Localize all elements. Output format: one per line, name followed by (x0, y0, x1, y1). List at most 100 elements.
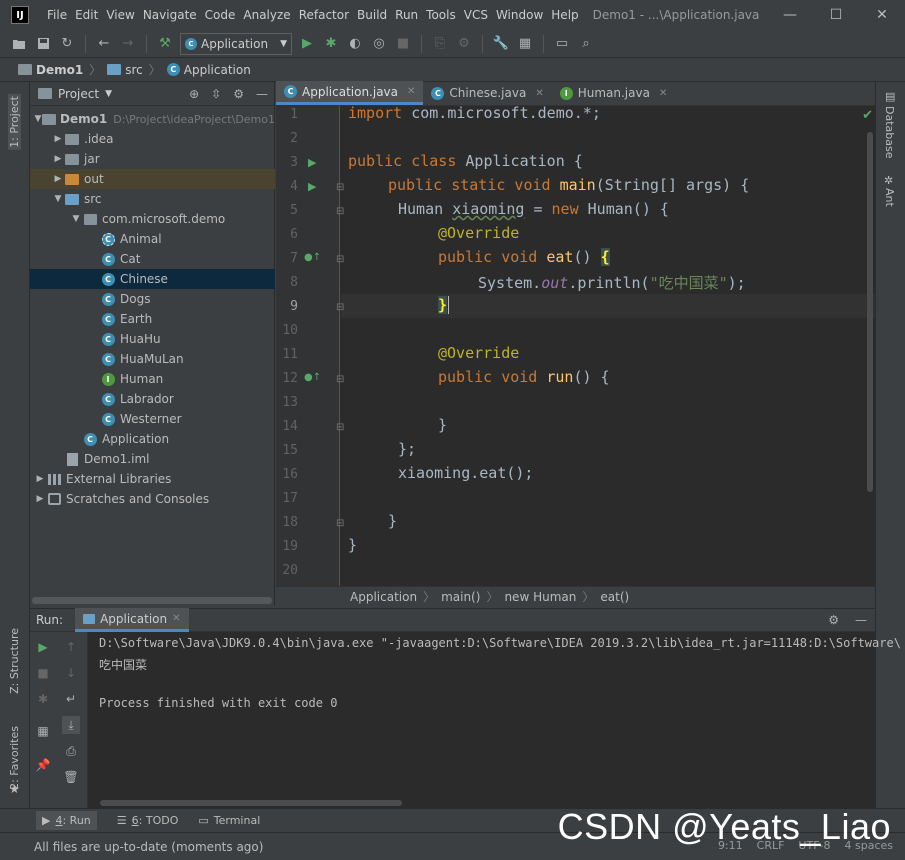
chevron-right-icon[interactable]: ▶ (34, 474, 46, 484)
inspection-ok-icon[interactable]: ✔ (862, 108, 873, 123)
close-tab-icon[interactable]: ✕ (659, 88, 667, 99)
implements-gutter-icon[interactable]: ●↑ (304, 252, 321, 263)
close-tab-icon[interactable]: ✕ (172, 613, 180, 624)
stop-icon[interactable]: ■ (394, 35, 412, 53)
fold-icon[interactable]: ⊟ (336, 182, 344, 193)
code-editor[interactable]: 1 2 3 4 5 6 7 8 9 10 11 12 13 14 15 16 17 18 19 20 ▶ ▶ ●↑ ●… (276, 106, 875, 586)
tree-item[interactable]: C HuaHu (30, 329, 275, 349)
horizontal-scrollbar[interactable] (32, 597, 272, 604)
tree-item[interactable]: ▼ com.microsoft.demo (30, 209, 275, 229)
fold-icon[interactable]: ⊟ (336, 206, 344, 217)
menu-view[interactable]: View (102, 0, 138, 30)
close-tab-icon[interactable]: ✕ (535, 88, 543, 99)
update-icon[interactable]: ⚙ (455, 35, 473, 53)
tree-item[interactable]: C Cat (30, 249, 275, 269)
debug-icon[interactable]: ✱ (34, 690, 52, 708)
implements-gutter-icon[interactable]: ●↑ (304, 372, 321, 383)
menu-refactor[interactable]: Refactor (295, 0, 353, 30)
chevron-down-icon[interactable]: ▼ (70, 214, 82, 224)
menu-analyze[interactable]: Analyze (239, 0, 294, 30)
menu-file[interactable]: File (43, 0, 71, 30)
fold-icon[interactable]: ⊟ (336, 518, 344, 529)
fold-icon[interactable]: ⊟ (336, 422, 344, 433)
rerun-icon[interactable]: ▶ (34, 638, 52, 656)
console-output[interactable]: D:\Software\Java\JDK9.0.4\bin\java.exe "… (88, 632, 901, 808)
tab-ant-tool[interactable]: Ant (883, 188, 896, 207)
tree-item[interactable]: Demo1.iml (30, 449, 275, 469)
horizontal-scrollbar[interactable] (100, 800, 402, 806)
coverage-icon[interactable]: ◐ (346, 35, 364, 53)
tree-item[interactable]: ▼ Demo1 D:\Project\ideaProject\Demo1 (30, 109, 275, 129)
tab-favorites-tool[interactable]: 2: Favorites (8, 726, 21, 790)
tab-structure-tool[interactable]: Z: Structure (8, 628, 21, 694)
tab-database-tool[interactable]: Database (883, 106, 896, 159)
breadcrumb-item[interactable]: eat() (600, 590, 629, 604)
tree-item[interactable]: ▼ src (30, 189, 275, 209)
tree-item[interactable]: ▶ External Libraries (30, 469, 275, 489)
wrench-icon[interactable]: 🔧 (492, 35, 510, 53)
chevron-down-icon[interactable]: ▼ (52, 194, 64, 204)
tree-item[interactable]: C Labrador (30, 389, 275, 409)
menu-build[interactable]: Build (353, 0, 391, 30)
nav-crumb-class[interactable]: C Application (166, 63, 251, 77)
breadcrumb-item[interactable]: Application (350, 590, 417, 604)
close-tab-icon[interactable]: ✕ (407, 86, 415, 97)
close-button[interactable]: ✕ (859, 0, 905, 30)
gear-icon[interactable]: ⚙ (233, 87, 244, 101)
sync-icon[interactable]: ↻ (58, 35, 76, 53)
run-tab-application[interactable]: Application ✕ (75, 608, 189, 632)
forward-icon[interactable]: → (119, 35, 137, 53)
chevron-right-icon[interactable]: ▶ (52, 154, 64, 164)
fold-icon[interactable]: ⊟ (336, 302, 344, 313)
menu-vcs[interactable]: VCS (460, 0, 492, 30)
open-folder-icon[interactable] (10, 35, 28, 53)
breadcrumb-item[interactable]: main() (441, 590, 480, 604)
run-gutter-icon[interactable]: ▶ (308, 180, 316, 193)
scroll-to-end-icon[interactable]: ⤓ (62, 716, 80, 734)
tab-run-tool[interactable]: ▶ 4: Run (36, 811, 97, 830)
scroll-up-icon[interactable]: ↑ (62, 638, 80, 656)
vertical-scrollbar[interactable] (867, 132, 873, 492)
soft-wrap-icon[interactable]: ↵ (62, 690, 80, 708)
tree-item[interactable]: I Human (30, 369, 275, 389)
tree-item[interactable]: C Earth (30, 309, 275, 329)
fold-icon[interactable]: ⊟ (336, 374, 344, 385)
hide-icon[interactable]: — (855, 613, 867, 627)
tree-item[interactable]: C Chinese (30, 269, 275, 289)
hide-icon[interactable]: — (256, 87, 268, 101)
tree-item[interactable]: C Westerner (30, 409, 275, 429)
breadcrumb-item[interactable]: new Human (504, 590, 576, 604)
tab-terminal-tool[interactable]: ▭ Terminal (198, 814, 260, 827)
nav-crumb-src[interactable]: src (107, 63, 143, 77)
chevron-right-icon[interactable]: ▶ (34, 494, 46, 504)
run-icon[interactable]: ▶ (298, 35, 316, 53)
terminal-window-icon[interactable]: ▭ (553, 35, 571, 53)
project-structure-icon[interactable]: ▦ (516, 35, 534, 53)
build-hammer-icon[interactable]: ⚒ (156, 35, 174, 53)
tab-todo-tool[interactable]: ☰ 6: TODO (117, 814, 179, 827)
chevron-right-icon[interactable]: ▶ (52, 174, 64, 184)
tree-item[interactable]: C Application (30, 429, 275, 449)
tree-item[interactable]: ▶ .idea (30, 129, 275, 149)
layout-icon[interactable]: ▦ (34, 722, 52, 740)
collapse-all-icon[interactable]: ⇳ (211, 87, 221, 101)
maximize-button[interactable]: ☐ (813, 0, 859, 30)
tab-chinese-java[interactable]: C Chinese.java ✕ (423, 81, 551, 105)
tab-application-java[interactable]: C Application.java ✕ (276, 81, 424, 105)
tree-item[interactable]: C Animal (30, 229, 275, 249)
tree-item[interactable]: C HuaMuLan (30, 349, 275, 369)
tree-item[interactable]: ▶ jar (30, 149, 275, 169)
nav-crumb-project[interactable]: Demo1 (18, 63, 83, 77)
gear-icon[interactable]: ⚙ (828, 613, 839, 627)
menu-help[interactable]: Help (547, 0, 582, 30)
locate-icon[interactable]: ⊕ (189, 87, 199, 101)
chevron-down-icon[interactable]: ▼ (34, 114, 42, 124)
chevron-down-icon[interactable]: ▼ (105, 89, 112, 99)
chevron-right-icon[interactable]: ▶ (52, 134, 64, 144)
menu-edit[interactable]: Edit (71, 0, 102, 30)
profile-icon[interactable]: ◎ (370, 35, 388, 53)
tree-item[interactable]: C Dogs (30, 289, 275, 309)
save-all-icon[interactable] (34, 35, 52, 53)
print-icon[interactable]: ⎙ (62, 742, 80, 760)
menu-tools[interactable]: Tools (422, 0, 460, 30)
